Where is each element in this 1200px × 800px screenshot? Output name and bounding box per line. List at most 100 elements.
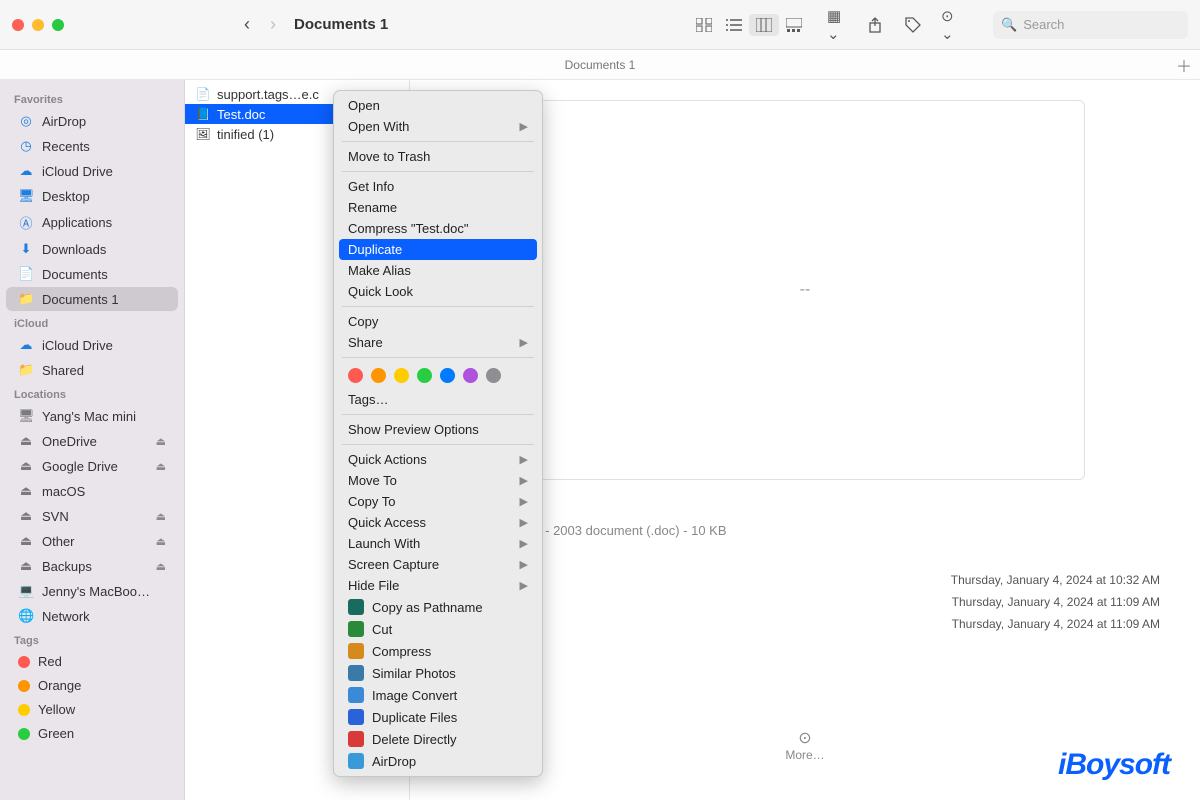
ctx-item-label: Quick Actions (348, 452, 427, 467)
sidebar-item[interactable]: ⏏Google Drive⏏ (6, 454, 178, 478)
sidebar-item[interactable]: ⏏OneDrive⏏ (6, 429, 178, 453)
sidebar-item-label: OneDrive (42, 434, 97, 449)
sidebar-item[interactable]: ◷Recents (6, 134, 178, 158)
ctx-item[interactable]: Share▶ (334, 332, 542, 353)
word-icon: 📘 (195, 106, 211, 122)
sidebar-item-label: Shared (42, 363, 84, 378)
close-window[interactable] (12, 19, 24, 31)
sidebar-item[interactable]: ⒶApplications (6, 209, 178, 236)
ctx-item-label: Show Preview Options (348, 422, 479, 437)
path-label[interactable]: Documents 1 (565, 58, 636, 72)
ctx-item[interactable]: Get Info (334, 176, 542, 197)
ctx-item[interactable]: Cut (334, 618, 542, 640)
zoom-window[interactable] (52, 19, 64, 31)
sidebar-item[interactable]: ☁iCloud Drive (6, 333, 178, 357)
ctx-item[interactable]: Move to Trash (334, 146, 542, 167)
ctx-item[interactable]: Duplicate Files (334, 706, 542, 728)
group-menu-icon[interactable]: ▦ ⌄ (827, 16, 847, 34)
sidebar-item[interactable]: Orange (6, 674, 178, 697)
sidebar-item[interactable]: ⏏macOS (6, 479, 178, 503)
sidebar-item[interactable]: ⏏SVN⏏ (6, 504, 178, 528)
ctx-item[interactable]: Tags… (334, 389, 542, 410)
sidebar-item[interactable]: Red (6, 650, 178, 673)
disk-icon: ⏏ (18, 508, 34, 524)
watermark-logo: iBoysoft (1058, 748, 1170, 782)
view-columns[interactable] (749, 14, 779, 36)
action-menu-icon[interactable]: ⊙ ⌄ (941, 16, 961, 34)
sidebar-item[interactable]: Green (6, 722, 178, 745)
sidebar-item[interactable]: 📁Documents 1 (6, 287, 178, 311)
ctx-item[interactable]: Screen Capture▶ (334, 554, 542, 575)
search-icon: 🔍 (1001, 17, 1017, 33)
ctx-item[interactable]: Open With▶ (334, 116, 542, 137)
ctx-item[interactable]: Compress "Test.doc" (334, 218, 542, 239)
ctx-tag-color[interactable] (371, 368, 386, 383)
disk-icon: ⏏ (18, 458, 34, 474)
sidebar-item[interactable]: 🖥Desktop (6, 184, 178, 208)
ctx-item[interactable]: Quick Access▶ (334, 512, 542, 533)
share-icon[interactable] (865, 16, 885, 34)
ctx-item[interactable]: Rename (334, 197, 542, 218)
ctx-item[interactable]: Hide File▶ (334, 575, 542, 596)
ctx-separator (342, 141, 534, 142)
view-icon-grid[interactable] (689, 14, 719, 36)
sidebar-item[interactable]: 📁Shared (6, 358, 178, 382)
ctx-item[interactable]: Duplicate (339, 239, 537, 260)
add-tab-button[interactable]: ＋ (1176, 53, 1192, 77)
sidebar-item[interactable]: ⏏Other⏏ (6, 529, 178, 553)
sidebar-item[interactable]: 🌐Network (6, 604, 178, 628)
sidebar-item[interactable]: 💻Jenny's MacBoo… (6, 579, 178, 603)
view-list[interactable] (719, 14, 749, 36)
ctx-item-label: Open (348, 98, 380, 113)
ctx-item[interactable]: Launch With▶ (334, 533, 542, 554)
ctx-item[interactable]: Similar Photos (334, 662, 542, 684)
ctx-item-label: Share (348, 335, 383, 350)
view-gallery[interactable] (779, 14, 809, 36)
eject-icon[interactable]: ⏏ (156, 535, 166, 548)
ctx-item-label: Move To (348, 473, 397, 488)
ctx-item[interactable]: Make Alias (334, 260, 542, 281)
ctx-tag-color[interactable] (348, 368, 363, 383)
ctx-tag-color[interactable] (394, 368, 409, 383)
sidebar-item[interactable]: 🖥Yang's Mac mini (6, 404, 178, 428)
ctx-item[interactable]: Open (334, 95, 542, 116)
preview-subtitle: crosoft Word 97 - 2003 document (.doc) -… (450, 523, 1160, 538)
ctx-tag-color[interactable] (463, 368, 478, 383)
ctx-tag-color[interactable] (440, 368, 455, 383)
ctx-item[interactable]: Image Convert (334, 684, 542, 706)
back-button[interactable]: ‹ (244, 14, 250, 35)
sidebar-item-label: iCloud Drive (42, 164, 113, 179)
info-value: Thursday, January 4, 2024 at 11:09 AM (952, 617, 1160, 631)
tags-icon[interactable] (903, 16, 923, 34)
more-icon[interactable]: ⊙ (450, 728, 1160, 748)
eject-icon[interactable]: ⏏ (156, 510, 166, 523)
ctx-tag-color[interactable] (486, 368, 501, 383)
ctx-item[interactable]: Compress (334, 640, 542, 662)
ctx-item[interactable]: Copy as Pathname (334, 596, 542, 618)
ctx-item[interactable]: AirDrop (334, 750, 542, 772)
ctx-item[interactable]: Quick Actions▶ (334, 449, 542, 470)
ctx-item[interactable]: Show Preview Options (334, 419, 542, 440)
ctx-item[interactable]: Quick Look (334, 281, 542, 302)
sidebar-item[interactable]: ⏏Backups⏏ (6, 554, 178, 578)
ctx-tag-color[interactable] (417, 368, 432, 383)
sidebar-item[interactable]: ☁iCloud Drive (6, 159, 178, 183)
ctx-item[interactable]: Delete Directly (334, 728, 542, 750)
ctx-item[interactable]: Copy To▶ (334, 491, 542, 512)
ctx-item[interactable]: Move To▶ (334, 470, 542, 491)
ctx-item[interactable]: Copy (334, 311, 542, 332)
sidebar-item[interactable]: ◎AirDrop (6, 109, 178, 133)
eject-icon[interactable]: ⏏ (156, 460, 166, 473)
search-input[interactable]: 🔍 Search (993, 11, 1188, 39)
sidebar-item[interactable]: 📄Documents (6, 262, 178, 286)
more-label[interactable]: More… (450, 748, 1160, 762)
sidebar-item[interactable]: Yellow (6, 698, 178, 721)
minimize-window[interactable] (32, 19, 44, 31)
tag-dot-icon (18, 680, 30, 692)
eject-icon[interactable]: ⏏ (156, 560, 166, 573)
sidebar-item-label: Yang's Mac mini (42, 409, 136, 424)
eject-icon[interactable]: ⏏ (156, 435, 166, 448)
sidebar-item[interactable]: ⬇Downloads (6, 237, 178, 261)
ctx-item-label: Copy (348, 314, 378, 329)
forward-button[interactable]: › (270, 14, 276, 35)
